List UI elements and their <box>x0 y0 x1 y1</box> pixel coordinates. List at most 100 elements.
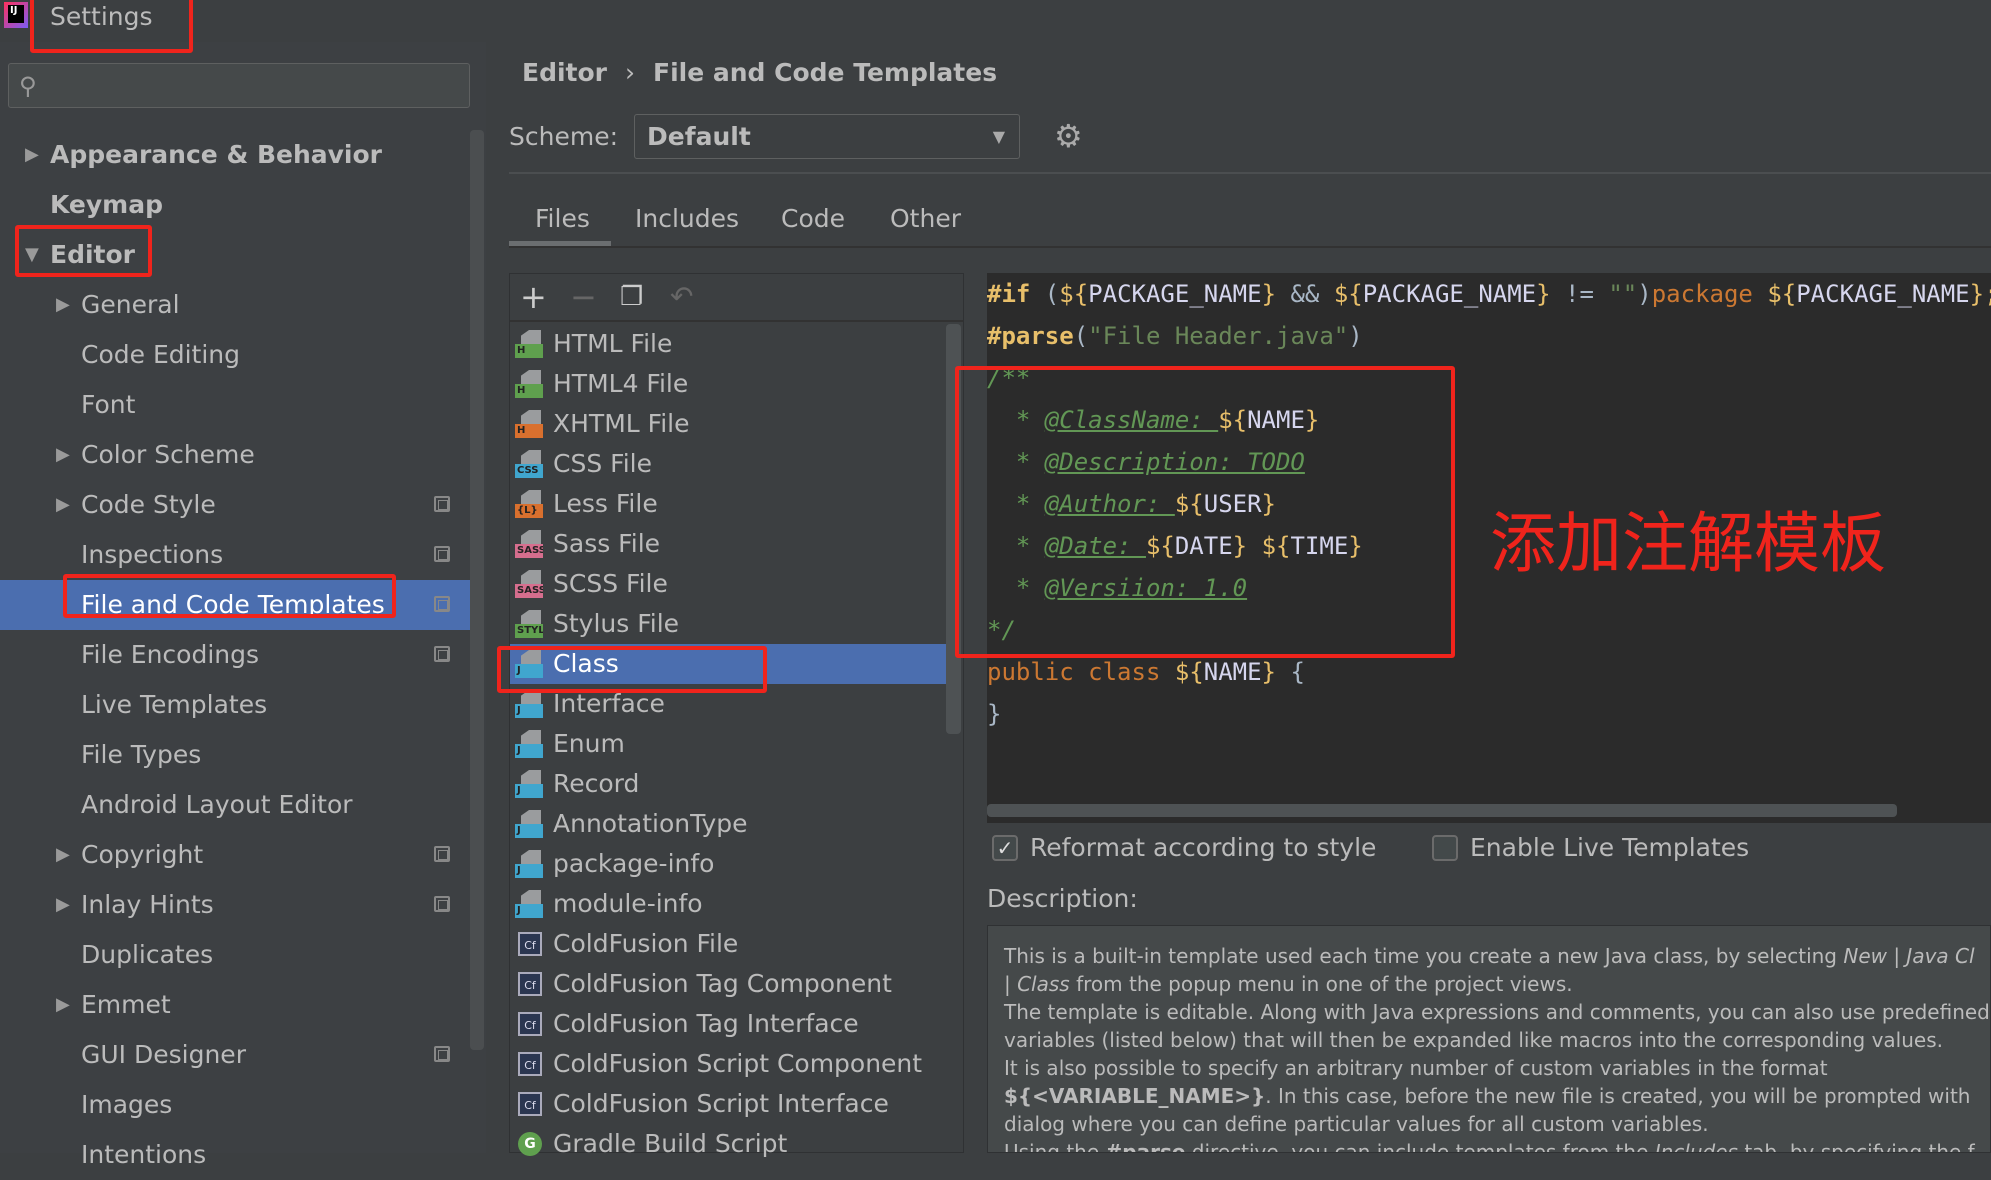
sidebar-item-appearance-behavior[interactable]: ▶ Appearance & Behavior <box>0 130 470 180</box>
sidebar-item-code-style[interactable]: ▶ Code Style <box>0 480 470 530</box>
template-item[interactable]: Cf ColdFusion Script Interface <box>510 1084 947 1124</box>
intellij-logo-icon: IJ <box>4 2 28 28</box>
breadcrumb-editor[interactable]: Editor <box>522 58 607 87</box>
tab-files[interactable]: Files <box>535 204 590 233</box>
copy-icon[interactable]: ❐ <box>620 282 643 312</box>
template-label: HTML4 File <box>553 369 689 398</box>
template-item[interactable]: {L} Less File <box>510 484 947 524</box>
sidebar-item-general[interactable]: ▶ General <box>0 280 470 330</box>
description-line: It is also possible to specify an arbitr… <box>1004 1056 1828 1080</box>
sidebar-item-color-scheme[interactable]: ▶ Color Scheme <box>0 430 470 480</box>
code-token: "" <box>1608 280 1638 308</box>
settings-search-input[interactable]: ⚲ <box>8 63 470 108</box>
template-item[interactable]: Cf ColdFusion Tag Interface <box>510 1004 947 1044</box>
code-token: ( <box>1030 280 1060 308</box>
sidebar-item-label: General <box>81 290 180 319</box>
tab-other[interactable]: Other <box>890 204 961 233</box>
sidebar-item-code-editing[interactable]: Code Editing <box>0 330 470 380</box>
sidebar-item-label: Inlay Hints <box>81 890 214 919</box>
sidebar-item-inspections[interactable]: Inspections <box>0 530 470 580</box>
template-list-panel: + − ❐ ↶ H HTML File H HTML4 File H XHTML File… <box>509 273 964 1158</box>
code-token: "File Header.java" <box>1088 322 1349 350</box>
sidebar-item-live-templates[interactable]: Live Templates <box>0 680 470 730</box>
template-item[interactable]: G Gradle Build Script <box>510 1124 947 1164</box>
sidebar-item-label: Font <box>81 390 136 419</box>
project-settings-icon <box>434 896 450 912</box>
chevron-right-icon[interactable]: ▶ <box>56 880 70 930</box>
template-label: ColdFusion Script Interface <box>553 1089 889 1118</box>
sidebar-item-inlay-hints[interactable]: ▶ Inlay Hints <box>0 880 470 930</box>
sidebar-item-font[interactable]: Font <box>0 380 470 430</box>
editor-horizontal-scrollbar[interactable] <box>987 804 1897 817</box>
breadcrumb-separator: › <box>625 58 635 87</box>
code-token: && <box>1276 280 1334 308</box>
tab-code[interactable]: Code <box>781 204 845 233</box>
add-icon[interactable]: + <box>520 278 547 316</box>
sidebar-item-images[interactable]: Images <box>0 1080 470 1130</box>
remove-icon[interactable]: − <box>570 278 597 316</box>
template-item[interactable]: Cf ColdFusion File <box>510 924 947 964</box>
chevron-right-icon[interactable]: ▶ <box>56 480 70 530</box>
divider <box>509 172 1991 174</box>
template-item[interactable]: SASS Sass File <box>510 524 947 564</box>
sidebar-item-emmet[interactable]: ▶ Emmet <box>0 980 470 1030</box>
scheme-dropdown[interactable]: Default ▼ <box>634 114 1020 159</box>
chevron-down-icon: ▼ <box>992 127 1005 146</box>
sidebar-item-label: File Types <box>81 740 202 769</box>
code-token: ) <box>1348 322 1363 350</box>
template-item[interactable]: Jmodule-info <box>510 884 947 924</box>
sidebar-item-gui-designer[interactable]: GUI Designer <box>0 1030 470 1080</box>
template-item[interactable]: Cf ColdFusion Tag Component <box>510 964 947 1004</box>
sidebar-item-file-encodings[interactable]: File Encodings <box>0 630 470 680</box>
sidebar-item-file-types[interactable]: File Types <box>0 730 470 780</box>
chevron-right-icon[interactable]: ▶ <box>25 130 39 180</box>
template-label: ColdFusion Script Component <box>553 1049 923 1078</box>
template-item[interactable]: J Enum <box>510 724 947 764</box>
template-item[interactable]: Cf ColdFusion Script Component <box>510 1044 947 1084</box>
code-token: NAME <box>1203 658 1262 686</box>
undo-icon[interactable]: ↶ <box>670 280 693 313</box>
annotation-text: 添加注解模板 <box>1490 505 1886 582</box>
template-item[interactable]: Jpackage-info <box>510 844 947 884</box>
file-type-icon: J <box>515 850 543 878</box>
coldfusion-file-icon: Cf <box>518 972 542 996</box>
description-line: Using the #parse directive, you can incl… <box>1004 1140 1975 1153</box>
sidebar-item-android-layout-editor[interactable]: Android Layout Editor <box>0 780 470 830</box>
template-item[interactable]: J AnnotationType <box>510 804 947 844</box>
template-item[interactable]: J Record <box>510 764 947 804</box>
sidebar-item-label: Images <box>81 1090 173 1119</box>
template-item[interactable]: H XHTML File <box>510 404 947 444</box>
scheme-value: Default <box>647 122 751 151</box>
sidebar-item-duplicates[interactable]: Duplicates <box>0 930 470 980</box>
gear-icon[interactable]: ⚙ <box>1054 117 1083 155</box>
template-label: ColdFusion Tag Interface <box>553 1009 859 1038</box>
code-token: ${ <box>1174 658 1204 686</box>
sidebar-item-keymap[interactable]: Keymap <box>0 180 470 230</box>
file-type-icon: STYL <box>515 610 543 638</box>
template-item[interactable]: SASS SCSS File <box>510 564 947 604</box>
chevron-right-icon[interactable]: ▶ <box>56 430 70 480</box>
template-label: SCSS File <box>553 569 668 598</box>
code-token: } <box>1261 658 1276 686</box>
file-type-icon: SASS <box>515 530 543 558</box>
template-label: Less File <box>553 489 658 518</box>
sidebar-item-label: Code Editing <box>81 340 241 369</box>
sidebar-item-copyright[interactable]: ▶ Copyright <box>0 830 470 880</box>
sidebar-scrollbar[interactable] <box>470 130 484 1050</box>
template-item[interactable]: STYL Stylus File <box>510 604 947 644</box>
template-toolbar: + − ❐ ↶ <box>510 274 963 322</box>
template-item[interactable]: H HTML4 File <box>510 364 947 404</box>
chevron-right-icon[interactable]: ▶ <box>56 830 70 880</box>
code-token: } <box>1261 280 1277 308</box>
chevron-right-icon[interactable]: ▶ <box>56 280 70 330</box>
sidebar-item-intentions[interactable]: Intentions <box>0 1130 470 1180</box>
code-line: #parse("File Header.java") <box>987 315 1363 357</box>
chevron-right-icon[interactable]: ▶ <box>56 980 70 1030</box>
template-item[interactable]: CSS CSS File <box>510 444 947 484</box>
code-token: { <box>1276 658 1305 686</box>
tab-includes[interactable]: Includes <box>635 204 739 233</box>
coldfusion-file-icon: Cf <box>518 1052 542 1076</box>
template-label: HTML File <box>553 329 673 358</box>
template-item[interactable]: H HTML File <box>510 324 947 364</box>
